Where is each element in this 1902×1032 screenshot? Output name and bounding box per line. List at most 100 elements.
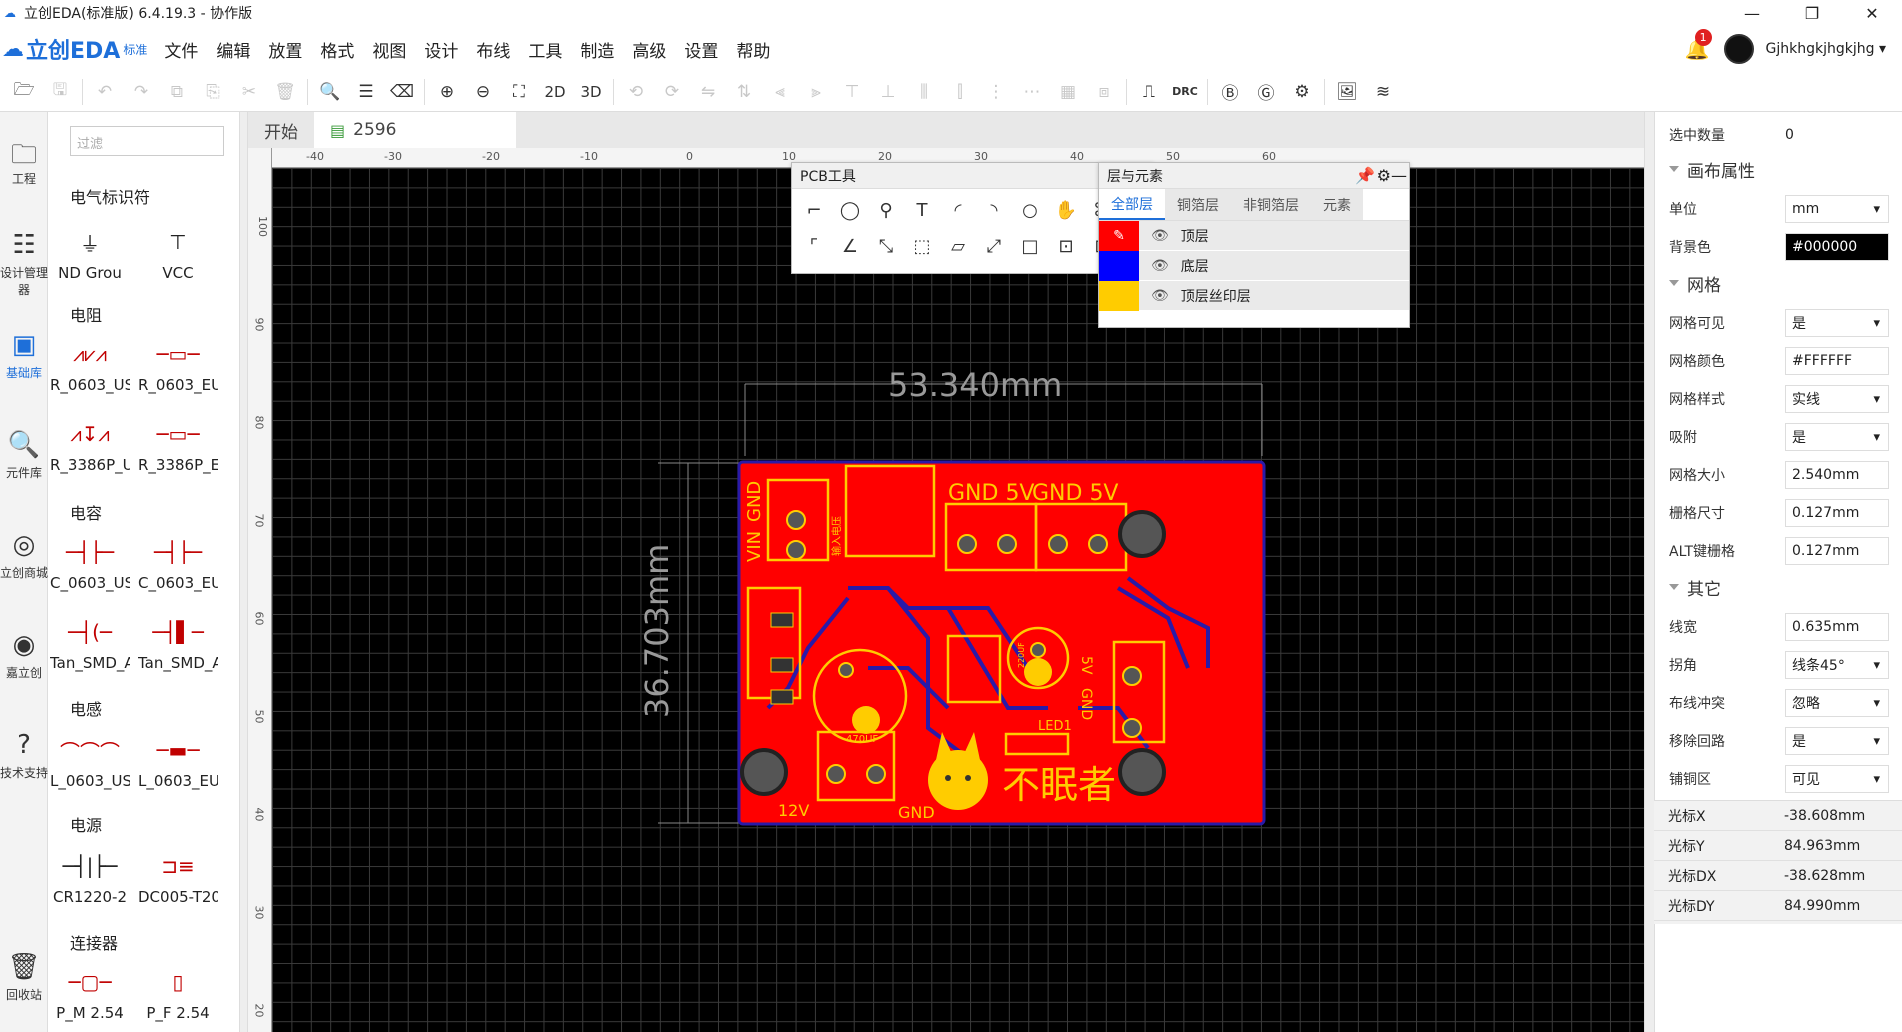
fabricate-icon[interactable]: ⚙	[1284, 77, 1320, 107]
tab-pcb[interactable]: ▤ 2596	[314, 112, 516, 148]
nav-design-manager[interactable]: ☷ 设计管理器	[0, 230, 48, 298]
nav-project[interactable]: 🗀 工程	[0, 136, 48, 187]
filter-input[interactable]: 过滤	[70, 126, 224, 156]
snap-size-input[interactable]: 0.127mm	[1785, 499, 1889, 527]
fit-view-icon[interactable]: ⛶	[501, 77, 537, 107]
maximize-button[interactable]: ❐	[1782, 0, 1842, 26]
tab-all-layers[interactable]: 全部层	[1099, 189, 1165, 220]
undo-icon[interactable]: ↶	[87, 77, 123, 107]
align-grid-icon[interactable]: ▦	[1050, 77, 1086, 107]
grid-color-input[interactable]: #FFFFFF	[1785, 347, 1889, 375]
alt-snap-input[interactable]: 0.127mm	[1785, 537, 1889, 565]
eye-icon[interactable]: 👁	[1151, 228, 1169, 244]
corner-select[interactable]: 线条45°	[1785, 651, 1889, 679]
find-list-icon[interactable]: ☰	[348, 77, 384, 107]
search-icon[interactable]: 🔍	[312, 77, 348, 107]
delete-icon[interactable]: 🗑	[267, 77, 303, 107]
component-pot-eu[interactable]: ─▭─ R_3386P_EU	[138, 412, 218, 482]
menu-file[interactable]: 文件	[164, 37, 198, 62]
layer-row-bottom[interactable]: 👁 底层	[1099, 250, 1409, 281]
close-button[interactable]: ✕	[1842, 0, 1902, 26]
line-width-input[interactable]: 0.635mm	[1785, 613, 1889, 641]
menu-fabrication[interactable]: 制造	[580, 37, 614, 62]
layer-row-top[interactable]: ✎ 👁 顶层	[1099, 220, 1409, 251]
zoom-in-icon[interactable]: ⊕	[429, 77, 465, 107]
section-other[interactable]: 其它	[1669, 572, 1899, 602]
menu-format[interactable]: 格式	[320, 37, 354, 62]
component-battery[interactable]: ─┤|├─ CR1220-2	[50, 844, 130, 914]
pcb-canvas[interactable]: -40 -30 -20 -10 0 10 20 30 40 50 60 100 …	[248, 148, 1644, 1032]
nav-basic-library[interactable]: ▣ 基础库	[0, 330, 48, 381]
left-splitter[interactable]	[240, 112, 248, 1032]
align-center-h-icon[interactable]: ⫼	[906, 77, 942, 107]
grid-style-select[interactable]: 实线	[1785, 385, 1889, 413]
copy-icon[interactable]: ⧉	[159, 77, 195, 107]
component-header-f[interactable]: ▯ P_F 2.54	[138, 960, 218, 1030]
grid-size-input[interactable]: 2.540mm	[1785, 461, 1889, 489]
layers-icon[interactable]: ≋	[1365, 77, 1401, 107]
eye-icon[interactable]: 👁	[1151, 258, 1169, 274]
pin-icon[interactable]: 📌	[1355, 166, 1375, 185]
snap-select[interactable]: 是	[1785, 423, 1889, 451]
hand-tool-icon[interactable]: ✋	[1048, 195, 1084, 225]
solid-region-tool-icon[interactable]: ⬚	[904, 231, 940, 261]
menu-view[interactable]: 视图	[372, 37, 406, 62]
background-color-input[interactable]: #000000	[1785, 233, 1889, 261]
align-left-icon[interactable]: ⫷	[762, 77, 798, 107]
component-header-m[interactable]: ─▢─ P_M 2.54	[50, 960, 130, 1030]
rect-tool-icon[interactable]: □	[1012, 231, 1048, 261]
section-grid[interactable]: 网格	[1669, 268, 1899, 298]
eye-icon[interactable]: 👁	[1151, 288, 1169, 304]
copper-area-tool-icon[interactable]: ▱	[940, 231, 976, 261]
layers-minimize-button[interactable]: —	[1391, 166, 1407, 185]
hole-tool-icon[interactable]: ⊡	[1048, 231, 1084, 261]
unit-select[interactable]: mm	[1785, 195, 1889, 223]
notification-bell-icon[interactable]: 🔔 1	[1685, 29, 1712, 61]
menu-edit[interactable]: 编辑	[216, 37, 250, 62]
distribute-v-icon[interactable]: ⋯	[1014, 77, 1050, 107]
rotate-right-icon[interactable]: ⟳	[654, 77, 690, 107]
text-tool-icon[interactable]: T	[904, 195, 940, 225]
component-c-eu[interactable]: ─┤├─ C_0603_EU	[138, 530, 218, 600]
open-folder-icon[interactable]: 🗁	[6, 77, 42, 107]
nav-jlc[interactable]: ◉ 嘉立创	[0, 630, 48, 681]
dimension-tool-icon[interactable]: ⤡	[868, 231, 904, 261]
via-tool-icon[interactable]: ⚲	[868, 195, 904, 225]
component-dc-jack[interactable]: ⊐≡ DC005-T20	[138, 844, 218, 914]
layer-row-top-silk[interactable]: 👁 顶层丝印层	[1099, 280, 1409, 311]
flip-horizontal-icon[interactable]: ⇋	[690, 77, 726, 107]
menu-place[interactable]: 放置	[268, 37, 302, 62]
menu-design[interactable]: 设计	[424, 37, 458, 62]
username[interactable]: Gjhkhgkjhgkjhg ▾	[1766, 41, 1886, 57]
menu-tools[interactable]: 工具	[528, 37, 562, 62]
tab-start[interactable]: 开始	[248, 112, 314, 148]
align-bottom-icon[interactable]: ⊥	[870, 77, 906, 107]
zoom-out-icon[interactable]: ⊖	[465, 77, 501, 107]
avatar[interactable]	[1723, 34, 1754, 64]
align-center-v-icon[interactable]: ⫿	[942, 77, 978, 107]
align-right-icon[interactable]: ⫸	[798, 77, 834, 107]
cut-icon[interactable]: ✂	[231, 77, 267, 107]
component-l-us[interactable]: ⌒⌒⌒ L_0603_US	[50, 728, 130, 798]
view-3d-button[interactable]: 3D	[573, 77, 609, 107]
image-export-icon[interactable]: 🖼	[1329, 77, 1365, 107]
menu-settings[interactable]: 设置	[684, 37, 718, 62]
remove-loop-select[interactable]: 是	[1785, 727, 1889, 755]
align-top-icon[interactable]: ⊤	[834, 77, 870, 107]
line-tool-icon[interactable]: ⌜	[796, 231, 832, 261]
copper-area-select[interactable]: 可见	[1785, 765, 1889, 793]
save-icon[interactable]: 🖫	[42, 77, 78, 107]
angle-tool-icon[interactable]: ∠	[832, 231, 868, 261]
component-l-eu[interactable]: ─▬─ L_0603_EU	[138, 728, 218, 798]
menu-advanced[interactable]: 高级	[632, 37, 666, 62]
pad-tool-icon[interactable]: ◯	[832, 195, 868, 225]
menu-route[interactable]: 布线	[476, 37, 510, 62]
minimize-button[interactable]: —	[1722, 0, 1782, 26]
nav-trash[interactable]: 🗑 回收站	[0, 952, 48, 1003]
group-icon[interactable]: ⧈	[1086, 77, 1122, 107]
flip-vertical-icon[interactable]: ⇅	[726, 77, 762, 107]
right-splitter[interactable]	[1644, 112, 1654, 1032]
route-conflict-select[interactable]: 忽略	[1785, 689, 1889, 717]
arc-tool-icon[interactable]: ◜	[940, 195, 976, 225]
distribute-h-icon[interactable]: ⋮	[978, 77, 1014, 107]
